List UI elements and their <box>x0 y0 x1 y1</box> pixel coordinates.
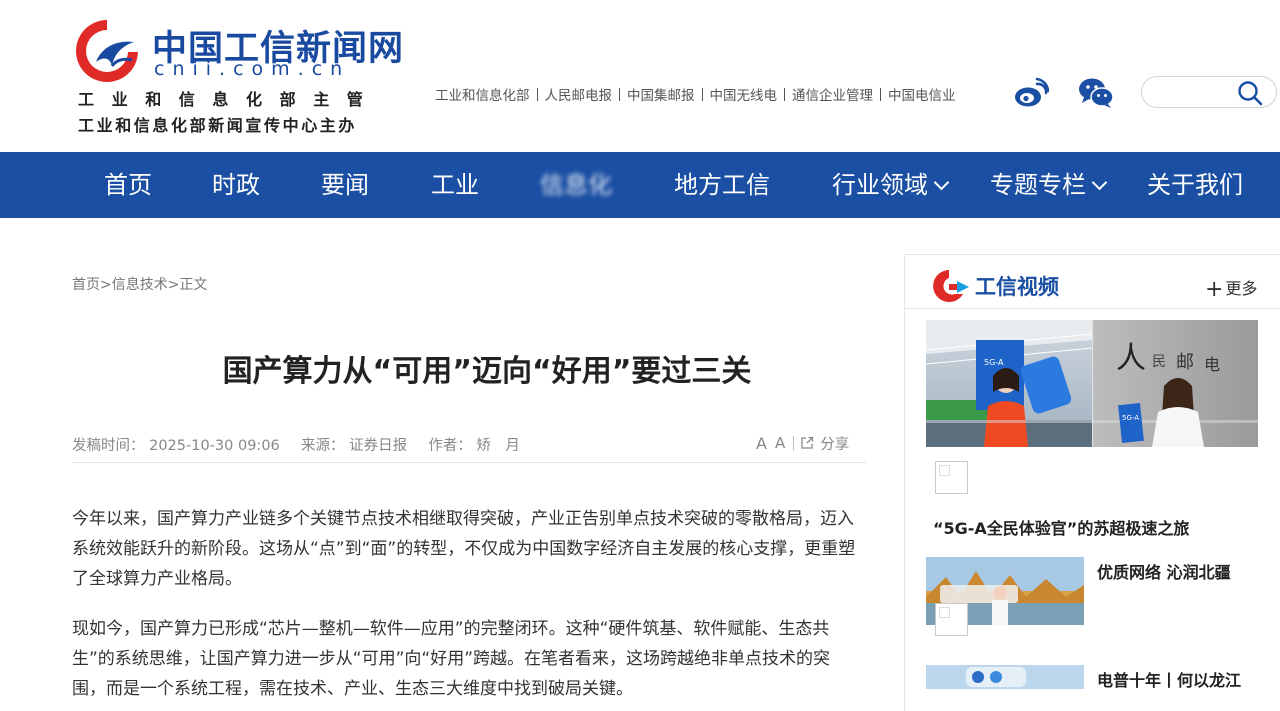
nav-label: 信息化 <box>540 171 612 199</box>
logo-swirl-icon <box>76 20 138 82</box>
logo-url: cnii.com.cn <box>154 58 351 80</box>
publish-time-label: 发稿时间： <box>72 438 145 454</box>
nav-item-topics[interactable]: 专题专栏 <box>990 152 1108 218</box>
video-caption[interactable]: “5G-A全民体验官”的苏超极速之旅 <box>933 515 1189 539</box>
featured-video-thumbnail[interactable]: 5G-A 人 民 邮 电 5G-A <box>926 320 1258 447</box>
nav-label: 关于我们 <box>1147 171 1243 199</box>
weibo-icon[interactable] <box>1013 76 1049 110</box>
broken-image-icon <box>935 603 968 636</box>
link-separator <box>701 87 703 101</box>
logo-tagline-supervisor: 工业和信息化部主管 <box>78 90 381 109</box>
nav-label: 地方工信 <box>674 171 770 199</box>
nav-item-informatization[interactable]: 信息化 <box>540 152 612 218</box>
source-label: 来源： <box>301 438 345 454</box>
nav-item-news[interactable]: 要闻 <box>321 152 369 218</box>
svg-text:5G-A: 5G-A <box>984 358 1004 367</box>
nav-item-industry[interactable]: 工业 <box>431 152 479 218</box>
breadcrumb-separator: > <box>167 277 180 293</box>
breadcrumb-category[interactable]: 信息技术 <box>112 277 168 293</box>
publish-time: 2025-10-30 09:06 <box>149 438 280 454</box>
site-logo[interactable]: 中国工信新闻网 cnii.com.cn 工业和信息化部主管 工业和信息化部新闻宣… <box>72 14 403 138</box>
link-qiye-guanli[interactable]: 通信企业管理 <box>792 84 873 104</box>
svg-text:电: 电 <box>1204 355 1220 374</box>
breadcrumb-current: 正文 <box>179 277 208 293</box>
svg-text:民: 民 <box>1152 354 1166 370</box>
video-sidebar-header: 工信视频 + 更多 <box>905 255 1280 309</box>
svg-text:邮: 邮 <box>1176 352 1194 373</box>
video-item-title[interactable]: 优质网络 沁润北疆 <box>1097 559 1231 583</box>
link-dianxinye[interactable]: 中国电信业 <box>888 84 956 104</box>
link-separator <box>880 87 881 101</box>
article-title: 国产算力从“可用”迈向“好用”要过三关 <box>222 354 752 389</box>
nav-label: 要闻 <box>321 171 369 199</box>
breadcrumb: 首页>信息技术>正文 <box>72 274 207 294</box>
search-input[interactable] <box>1154 81 1234 103</box>
link-jiyoubao[interactable]: 中国集邮报 <box>627 84 695 104</box>
nav-label: 专题专栏 <box>990 171 1086 199</box>
link-separator <box>784 87 785 101</box>
article-paragraph: 现如今，国产算力已形成“芯片—整机—软件—应用”的完整闭环。这种“硬件筑基、软件… <box>72 619 831 699</box>
partner-links: 工业和信息化部 人民邮电报 中国集邮报 中国无线电 通信企业管理 中国电信业 <box>435 84 956 104</box>
share-icon[interactable] <box>800 436 814 450</box>
video-sidebar: 工信视频 + 更多 5G-A 人 民 邮 电 5G-A “5G-A全民体验官”的… <box>904 254 1280 711</box>
logo-tagline-organizer: 工业和信息化部新闻宣传中心主办 <box>78 116 358 135</box>
font-size-increase-button[interactable]: A <box>756 434 767 453</box>
nav-item-about[interactable]: 关于我们 <box>1147 152 1243 218</box>
breadcrumb-separator: > <box>100 277 112 293</box>
chevron-down-icon <box>933 174 950 191</box>
wechat-icon[interactable] <box>1078 76 1114 110</box>
nav-label: 行业领域 <box>832 171 928 199</box>
font-size-decrease-button[interactable]: A <box>775 434 785 452</box>
nav-item-local[interactable]: 地方工信 <box>674 152 770 218</box>
video-item-title[interactable]: 电普十年丨何以龙江 <box>1097 667 1241 691</box>
link-wuxiandian[interactable]: 中国无线电 <box>710 84 778 104</box>
video-thumbnail[interactable] <box>926 665 1084 689</box>
source: 证券日报 <box>349 438 408 454</box>
link-miit[interactable]: 工业和信息化部 <box>435 84 530 104</box>
search-box[interactable] <box>1141 76 1277 108</box>
broken-image-icon <box>935 461 968 494</box>
site-header: 中国工信新闻网 cnii.com.cn 工业和信息化部主管 工业和信息化部新闻宣… <box>0 0 1280 152</box>
author-label: 作者： <box>428 438 472 454</box>
video-section-title: 工信视频 <box>975 275 1059 299</box>
nav-label: 工业 <box>431 171 479 199</box>
nav-item-home[interactable]: 首页 <box>104 152 152 218</box>
search-icon[interactable] <box>1236 80 1264 106</box>
video-channel-logo-icon <box>933 270 969 302</box>
link-renmin-youdian[interactable]: 人民邮电报 <box>545 84 613 104</box>
meta-divider <box>72 462 866 463</box>
nav-item-sectors[interactable]: 行业领域 <box>832 152 950 218</box>
nav-label: 时政 <box>212 171 260 199</box>
more-label: 更多 <box>1225 279 1258 298</box>
nav-label: 首页 <box>104 171 152 199</box>
link-separator <box>619 87 620 101</box>
breadcrumb-home[interactable]: 首页 <box>72 277 100 293</box>
article-meta: 发稿时间： 2025-10-30 09:06 来源： 证券日报 作者： 矫 月 <box>72 434 520 455</box>
author: 矫 月 <box>476 438 520 454</box>
share-button[interactable]: 分享 <box>820 433 849 454</box>
more-link[interactable]: + 更多 <box>1205 275 1258 302</box>
nav-item-politics[interactable]: 时政 <box>212 152 260 218</box>
link-separator <box>536 87 538 101</box>
svg-text:5G-A: 5G-A <box>1122 414 1139 422</box>
article-paragraph: 今年以来，国产算力产业链多个关键节点技术相继取得突破，产业正告别单点技术突破的零… <box>72 509 856 589</box>
tools-divider <box>793 436 795 450</box>
svg-text:人: 人 <box>1116 341 1146 376</box>
plus-icon: + <box>1205 277 1224 302</box>
chevron-down-icon <box>1091 174 1108 191</box>
article-tools: A A 分享 <box>756 432 849 454</box>
main-nav: 首页 时政 要闻 工业 信息化 地方工信 行业领域 专题专栏 关于我们 <box>0 152 1280 218</box>
